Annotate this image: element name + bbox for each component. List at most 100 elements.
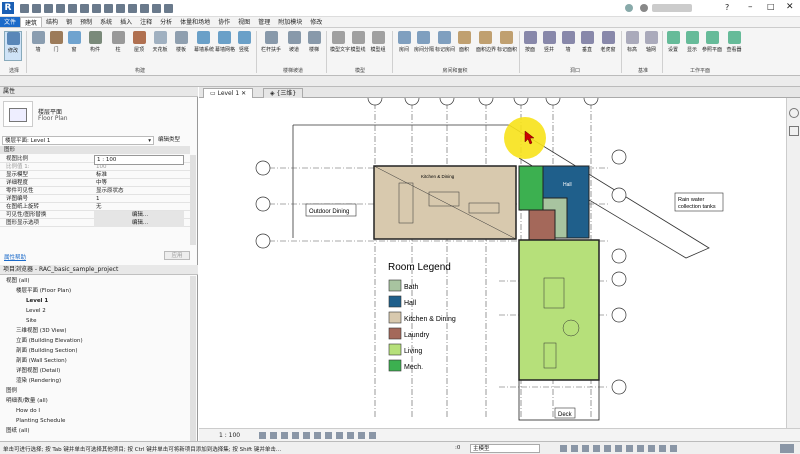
stair-button[interactable]: 楼梯 bbox=[306, 31, 322, 53]
level-button[interactable]: 标高 bbox=[624, 31, 640, 53]
curtain-system-button[interactable]: 幕墙系统 bbox=[194, 31, 214, 53]
status-toggle-icons[interactable] bbox=[560, 445, 680, 452]
prop-row[interactable]: 图形显示选项 编辑... bbox=[0, 219, 190, 227]
tree-item[interactable]: 立面 (Building Elevation) bbox=[16, 336, 83, 346]
drawing-area[interactable]: Outdoor Dining Kitchen & Dining Hall Dec… bbox=[199, 98, 786, 428]
tag-room-button[interactable]: 标记房间 bbox=[435, 31, 455, 53]
user-avatar[interactable] bbox=[640, 4, 648, 12]
menu-addins[interactable]: 附加模块 bbox=[274, 17, 306, 27]
view-scale[interactable]: 1 : 100 bbox=[219, 432, 240, 439]
filter-icon[interactable] bbox=[780, 444, 794, 453]
section-icon[interactable] bbox=[128, 4, 137, 13]
floor-plan-canvas[interactable]: Outdoor Dining Kitchen & Dining Hall Dec… bbox=[199, 98, 786, 428]
tree-item[interactable]: Level 1 bbox=[26, 296, 48, 306]
menu-analyze[interactable]: 分析 bbox=[156, 17, 176, 27]
apply-button[interactable]: 应用 bbox=[164, 251, 190, 260]
model-text-button[interactable]: 模型文字 bbox=[330, 31, 350, 53]
tag-area-button[interactable]: 标记面积 bbox=[497, 31, 517, 53]
tree-item[interactable]: 三维视图 (3D View) bbox=[16, 326, 67, 336]
text-icon[interactable] bbox=[104, 4, 113, 13]
vertical-opening-button[interactable]: 垂直 bbox=[579, 31, 595, 53]
thin-lines-icon[interactable] bbox=[140, 4, 149, 13]
room-button[interactable]: 房间 bbox=[396, 31, 412, 53]
tree-item[interactable]: 详图视图 (Detail) bbox=[16, 366, 60, 376]
browser-scrollbar[interactable] bbox=[190, 276, 196, 441]
menu-file[interactable]: 文件 bbox=[0, 17, 21, 27]
room-laundry[interactable] bbox=[528, 209, 556, 241]
door-button[interactable]: 门 bbox=[48, 31, 64, 53]
model-line-button[interactable]: 模型线 bbox=[350, 31, 366, 53]
tree-item[interactable]: 剖面 (Wall Section) bbox=[16, 356, 67, 366]
menu-annotate[interactable]: 注释 bbox=[136, 17, 156, 27]
dormer-button[interactable]: 老虎窗 bbox=[598, 31, 618, 53]
dimension-icon[interactable] bbox=[92, 4, 101, 13]
shaft-button[interactable]: 竖井 bbox=[541, 31, 557, 53]
ceiling-button[interactable]: 天花板 bbox=[150, 31, 170, 53]
prop-row[interactable]: 视图比例 1 : 100 bbox=[0, 155, 190, 165]
tree-item[interactable]: 剖面 (Building Section) bbox=[16, 346, 78, 356]
tab-3d[interactable]: ◈ {三维} bbox=[263, 88, 304, 98]
maximize-icon[interactable]: □ bbox=[767, 2, 775, 11]
menu-insert[interactable]: 插入 bbox=[116, 17, 136, 27]
railing-button[interactable]: 栏杆扶手 bbox=[260, 31, 282, 53]
prop-row[interactable]: 零件可见性 显示原状态 bbox=[0, 187, 190, 195]
edit-type-button[interactable]: 编辑类型 bbox=[158, 135, 180, 143]
search-icon[interactable] bbox=[625, 4, 633, 12]
ref-plane-button[interactable]: 参照平面 bbox=[702, 31, 722, 53]
wall-opening-button[interactable]: 墙 bbox=[560, 31, 576, 53]
zoom-icon[interactable] bbox=[788, 126, 799, 136]
tree-item[interactable]: Level 2 bbox=[26, 306, 46, 316]
type-selector[interactable]: 楼层平面: Level 1 ▾ bbox=[2, 136, 154, 145]
room-separator-button[interactable]: 房间分隔 bbox=[414, 31, 434, 53]
props-scrollbar[interactable] bbox=[190, 155, 196, 245]
mullion-button[interactable]: 竖梃 bbox=[236, 31, 252, 53]
window-button[interactable]: 窗 bbox=[66, 31, 82, 53]
redo-icon[interactable] bbox=[56, 4, 65, 13]
menu-steel[interactable]: 钢 bbox=[62, 17, 76, 27]
tree-item[interactable]: How do I bbox=[16, 406, 40, 416]
properties-help-link[interactable]: 属性帮助 bbox=[4, 253, 26, 261]
curtain-grid-button[interactable]: 幕墙网格 bbox=[215, 31, 235, 53]
menu-massing[interactable]: 体量和场地 bbox=[176, 17, 214, 27]
menu-manage[interactable]: 管理 bbox=[254, 17, 274, 27]
tree-item[interactable]: 楼层平面 (Floor Plan) bbox=[16, 286, 71, 296]
prop-row[interactable]: 可见性/图形替换 编辑... bbox=[0, 211, 190, 219]
room-mech[interactable] bbox=[518, 165, 544, 211]
group-select-label[interactable]: 选择 bbox=[4, 67, 24, 74]
column-button[interactable]: 柱 bbox=[110, 31, 126, 53]
menu-structure[interactable]: 结构 bbox=[42, 17, 62, 27]
model-group-button[interactable]: 模型组 bbox=[370, 31, 386, 53]
prop-row[interactable]: 详图编号 1 bbox=[0, 195, 190, 203]
close-icon[interactable]: ✕ bbox=[241, 90, 246, 97]
open-icon[interactable] bbox=[20, 4, 29, 13]
model-selector[interactable]: 主模型 bbox=[470, 444, 540, 453]
floor-button[interactable]: 楼板 bbox=[172, 31, 190, 53]
show-button[interactable]: 显示 bbox=[684, 31, 700, 53]
tab-level-1[interactable]: ▭ Level 1 ✕ bbox=[203, 88, 254, 98]
wall-button[interactable]: 墙 bbox=[30, 31, 46, 53]
tree-item[interactable]: 渲染 (Rendering) bbox=[16, 376, 61, 386]
tree-item[interactable]: 图例 bbox=[6, 386, 17, 396]
menu-collaborate[interactable]: 协作 bbox=[214, 17, 234, 27]
menu-architecture[interactable]: 建筑 bbox=[20, 17, 43, 27]
menu-view[interactable]: 视图 bbox=[234, 17, 254, 27]
undo-icon[interactable] bbox=[44, 4, 53, 13]
save-icon[interactable] bbox=[32, 4, 41, 13]
user-name-blurred[interactable] bbox=[652, 4, 692, 12]
tree-item[interactable]: 视图 (all) bbox=[6, 276, 29, 286]
prop-row[interactable]: 显示模型 标准 bbox=[0, 171, 190, 179]
graphics-section[interactable]: 图形 bbox=[0, 146, 190, 154]
area-boundary-button[interactable]: 面积边界 bbox=[476, 31, 496, 53]
modify-button[interactable]: 修改 bbox=[4, 31, 22, 61]
tree-item[interactable]: Site bbox=[26, 316, 37, 326]
3d-view-icon[interactable] bbox=[116, 4, 125, 13]
grid-button[interactable]: 轴网 bbox=[643, 31, 659, 53]
viewer-button[interactable]: 查看器 bbox=[724, 31, 744, 53]
close-hidden-icon[interactable] bbox=[152, 4, 161, 13]
view-control-icons[interactable] bbox=[259, 432, 379, 439]
set-button[interactable]: 设置 bbox=[665, 31, 681, 53]
roof-button[interactable]: 屋顶 bbox=[130, 31, 148, 53]
steering-wheel-icon[interactable] bbox=[788, 108, 799, 118]
menu-systems[interactable]: 系统 bbox=[96, 17, 116, 27]
switch-windows-icon[interactable] bbox=[164, 4, 173, 13]
